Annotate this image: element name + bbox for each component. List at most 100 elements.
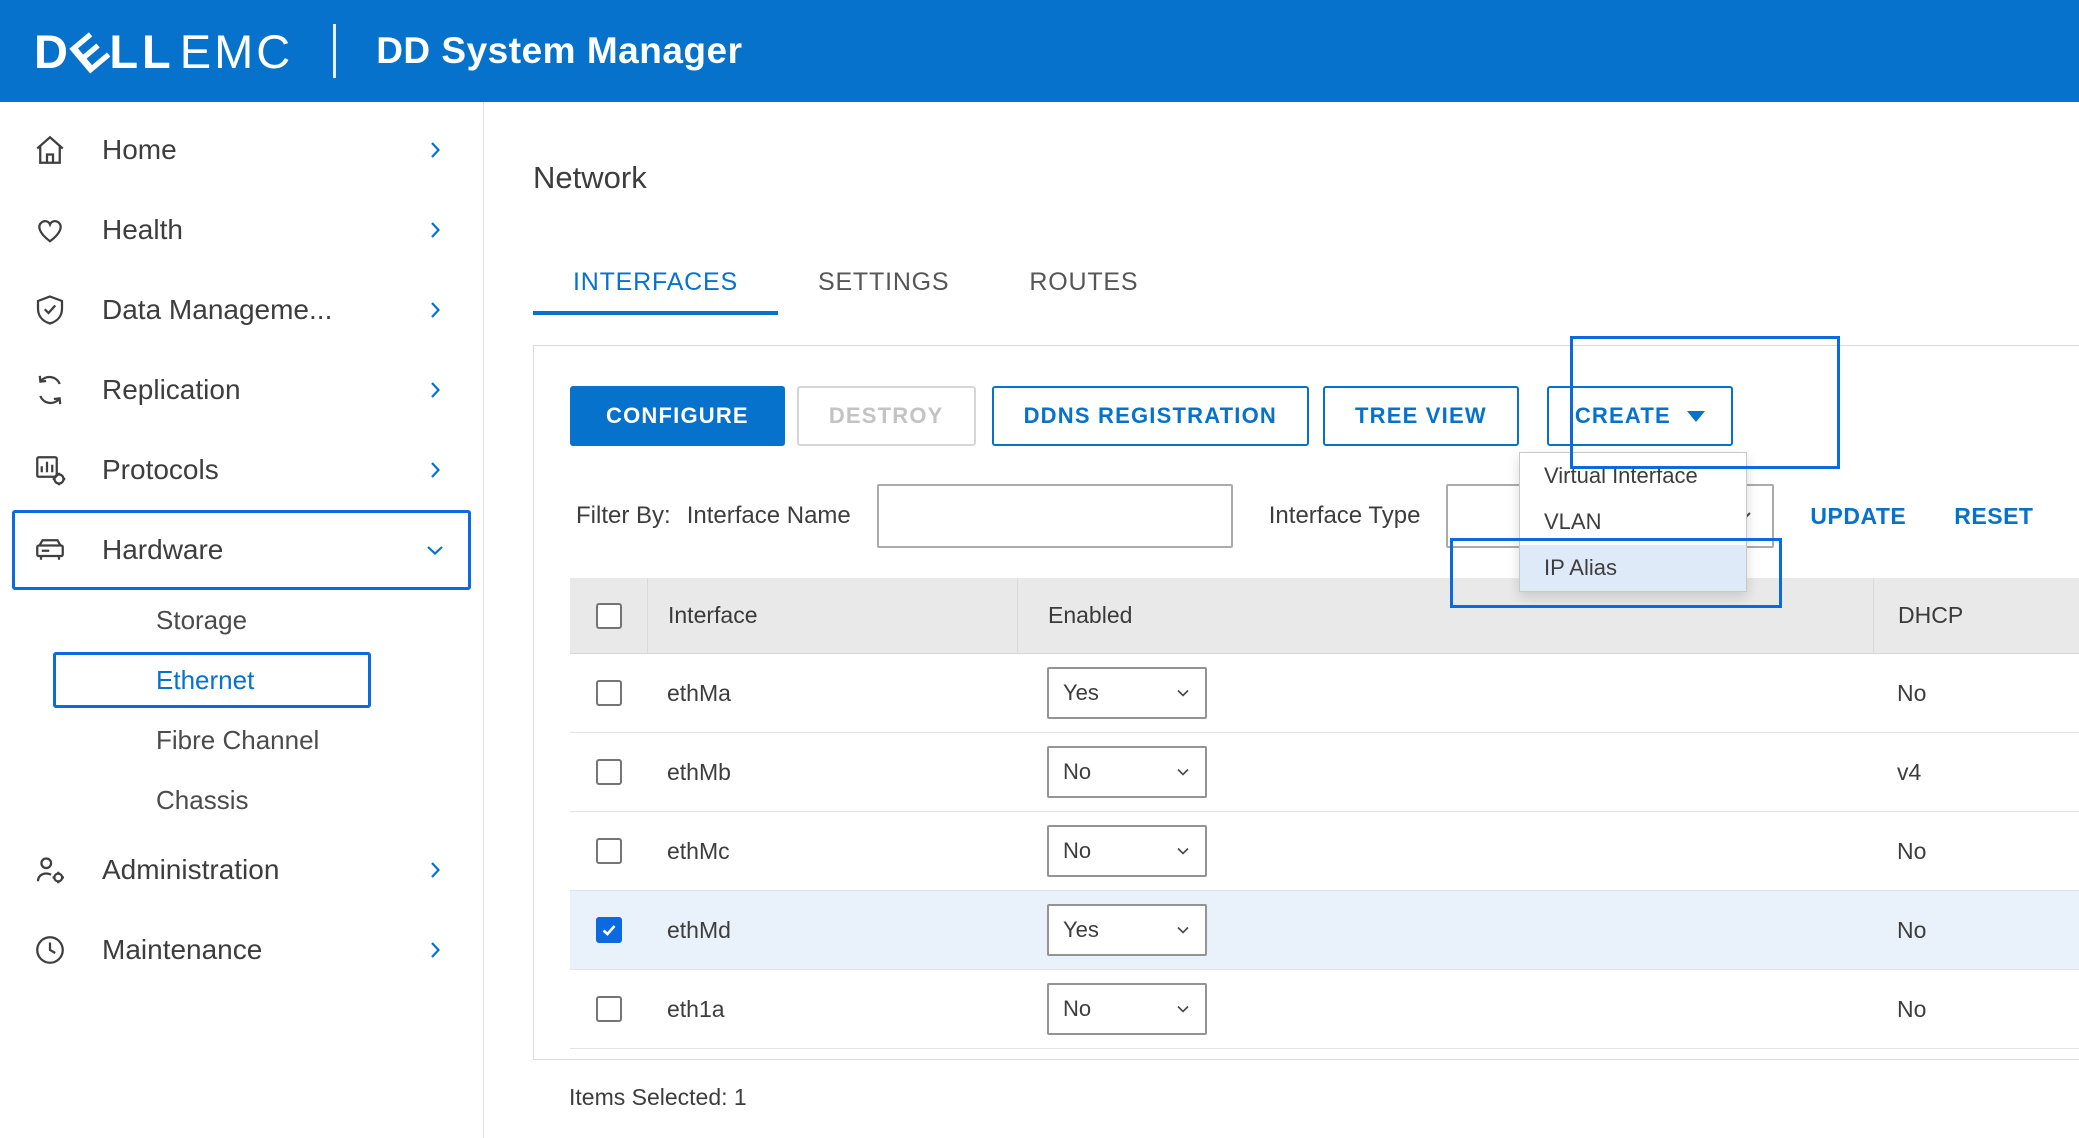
interface-name-input[interactable] (877, 484, 1233, 548)
interfaces-table: Interface Enabled DHCP ethMa Yes No ethM… (570, 578, 2079, 1049)
chevron-right-icon (423, 458, 447, 482)
tree-view-button[interactable]: TREE VIEW (1323, 386, 1519, 446)
sidebar-nav: Home Health Data Manageme... (0, 102, 484, 1138)
dell-emc-logo: DELL EMC (34, 24, 293, 79)
sidebar-item-ethernet[interactable]: Ethernet (53, 652, 371, 708)
reset-link[interactable]: RESET (1954, 503, 2033, 530)
column-header-interface: Interface (647, 578, 1017, 653)
create-button-label: CREATE (1575, 403, 1671, 429)
dhcp-cell: No (1873, 917, 2079, 944)
destroy-button[interactable]: DESTROY (797, 386, 976, 446)
filter-by-label: Filter By: (576, 502, 671, 530)
sidebar-item-data-management[interactable]: Data Manageme... (0, 270, 483, 350)
interface-name-cell: ethMa (647, 680, 1017, 707)
sidebar-item-replication[interactable]: Replication (0, 350, 483, 430)
sync-icon (28, 372, 72, 408)
dhcp-cell: No (1873, 680, 2079, 707)
sidebar-item-fibre-channel[interactable]: Fibre Channel (0, 710, 483, 770)
enabled-select-value: Yes (1063, 917, 1099, 943)
enabled-select[interactable]: No (1047, 746, 1207, 798)
app-title: DD System Manager (376, 30, 742, 72)
sidebar-item-hardware[interactable]: Hardware (12, 510, 471, 590)
column-header-dhcp: DHCP (1873, 578, 2079, 653)
header-divider (333, 24, 336, 78)
sidebar-item-protocols[interactable]: Protocols (0, 430, 483, 510)
tab-interfaces[interactable]: INTERFACES (533, 268, 778, 315)
protocols-icon (28, 452, 72, 488)
menu-item-ip-alias[interactable]: IP Alias (1520, 545, 1746, 591)
create-dropdown-menu: Virtual Interface VLAN IP Alias (1519, 452, 1747, 592)
interface-name-cell: eth1a (647, 996, 1017, 1023)
table-row: ethMb No v4 (570, 733, 2079, 812)
sidebar-item-storage[interactable]: Storage (0, 590, 483, 650)
sidebar-item-label: Data Manageme... (102, 294, 423, 326)
shield-check-icon (28, 292, 72, 328)
sidebar-item-label: Maintenance (102, 934, 423, 966)
sidebar-item-label: Home (102, 134, 423, 166)
sidebar-item-label: Protocols (102, 454, 423, 486)
interface-name-cell: ethMd (647, 917, 1017, 944)
enabled-select[interactable]: No (1047, 825, 1207, 877)
enabled-select-value: Yes (1063, 680, 1099, 706)
interfaces-panel: CONFIGURE DESTROY DDNS REGISTRATION TREE… (533, 345, 2079, 1060)
interface-name-cell: ethMc (647, 838, 1017, 865)
sidebar-item-label: Replication (102, 374, 423, 406)
ddns-registration-button[interactable]: DDNS REGISTRATION (992, 386, 1309, 446)
header-checkbox[interactable] (596, 603, 622, 629)
dell-logo-text: DELL (34, 24, 175, 79)
heart-icon (28, 212, 72, 248)
interface-name-cell: ethMb (647, 759, 1017, 786)
row-checkbox[interactable] (596, 996, 622, 1022)
page-title: Network (533, 160, 647, 196)
row-checkbox[interactable] (596, 838, 622, 864)
menu-item-vlan[interactable]: VLAN (1520, 499, 1746, 545)
enabled-select-value: No (1063, 996, 1091, 1022)
table-row: ethMa Yes No (570, 654, 2079, 733)
enabled-select[interactable]: Yes (1047, 667, 1207, 719)
enabled-select[interactable]: Yes (1047, 904, 1207, 956)
sidebar-item-health[interactable]: Health (0, 190, 483, 270)
emc-logo-text: EMC (180, 24, 293, 79)
chevron-right-icon (423, 218, 447, 242)
update-link[interactable]: UPDATE (1810, 503, 1906, 530)
chevron-right-icon (423, 378, 447, 402)
enabled-select-value: No (1063, 759, 1091, 785)
dhcp-cell: No (1873, 996, 2079, 1023)
dd-system-manager-screen: DELL EMC DD System Manager Home Health (0, 0, 2079, 1138)
row-checkbox-checked[interactable] (596, 917, 622, 943)
create-button[interactable]: CREATE (1547, 386, 1733, 446)
admin-user-gear-icon (28, 852, 72, 888)
chevron-down-icon (1173, 683, 1193, 703)
tab-routes[interactable]: ROUTES (989, 268, 1178, 315)
chevron-down-icon (423, 538, 447, 562)
sidebar-item-label: Administration (102, 854, 423, 886)
interface-name-label: Interface Name (687, 502, 851, 530)
chevron-right-icon (423, 938, 447, 962)
home-icon (28, 132, 72, 168)
top-header-bar: DELL EMC DD System Manager (0, 0, 2079, 102)
interface-type-label: Interface Type (1269, 502, 1421, 530)
table-row-selected: ethMd Yes No (570, 891, 2079, 970)
clock-icon (28, 932, 72, 968)
menu-item-virtual-interface[interactable]: Virtual Interface (1520, 453, 1746, 499)
enabled-select-value: No (1063, 838, 1091, 864)
row-checkbox[interactable] (596, 759, 622, 785)
chevron-right-icon (423, 858, 447, 882)
configure-button[interactable]: CONFIGURE (570, 386, 785, 446)
filter-row: Filter By: Interface Name Interface Type… (576, 484, 2033, 548)
check-icon (600, 921, 618, 939)
chevron-down-icon (1173, 999, 1193, 1019)
sidebar-item-administration[interactable]: Administration (0, 830, 483, 910)
sidebar-item-label: Hardware (102, 534, 423, 566)
table-header-row: Interface Enabled DHCP (570, 578, 2079, 654)
sidebar-item-chassis[interactable]: Chassis (0, 770, 483, 830)
tab-settings[interactable]: SETTINGS (778, 268, 989, 315)
sidebar-item-home[interactable]: Home (0, 110, 483, 190)
table-row: eth1a No No (570, 970, 2079, 1049)
chevron-down-icon (1173, 920, 1193, 940)
chevron-down-icon (1173, 762, 1193, 782)
row-checkbox[interactable] (596, 680, 622, 706)
sidebar-item-maintenance[interactable]: Maintenance (0, 910, 483, 990)
chevron-right-icon (423, 298, 447, 322)
enabled-select[interactable]: No (1047, 983, 1207, 1035)
